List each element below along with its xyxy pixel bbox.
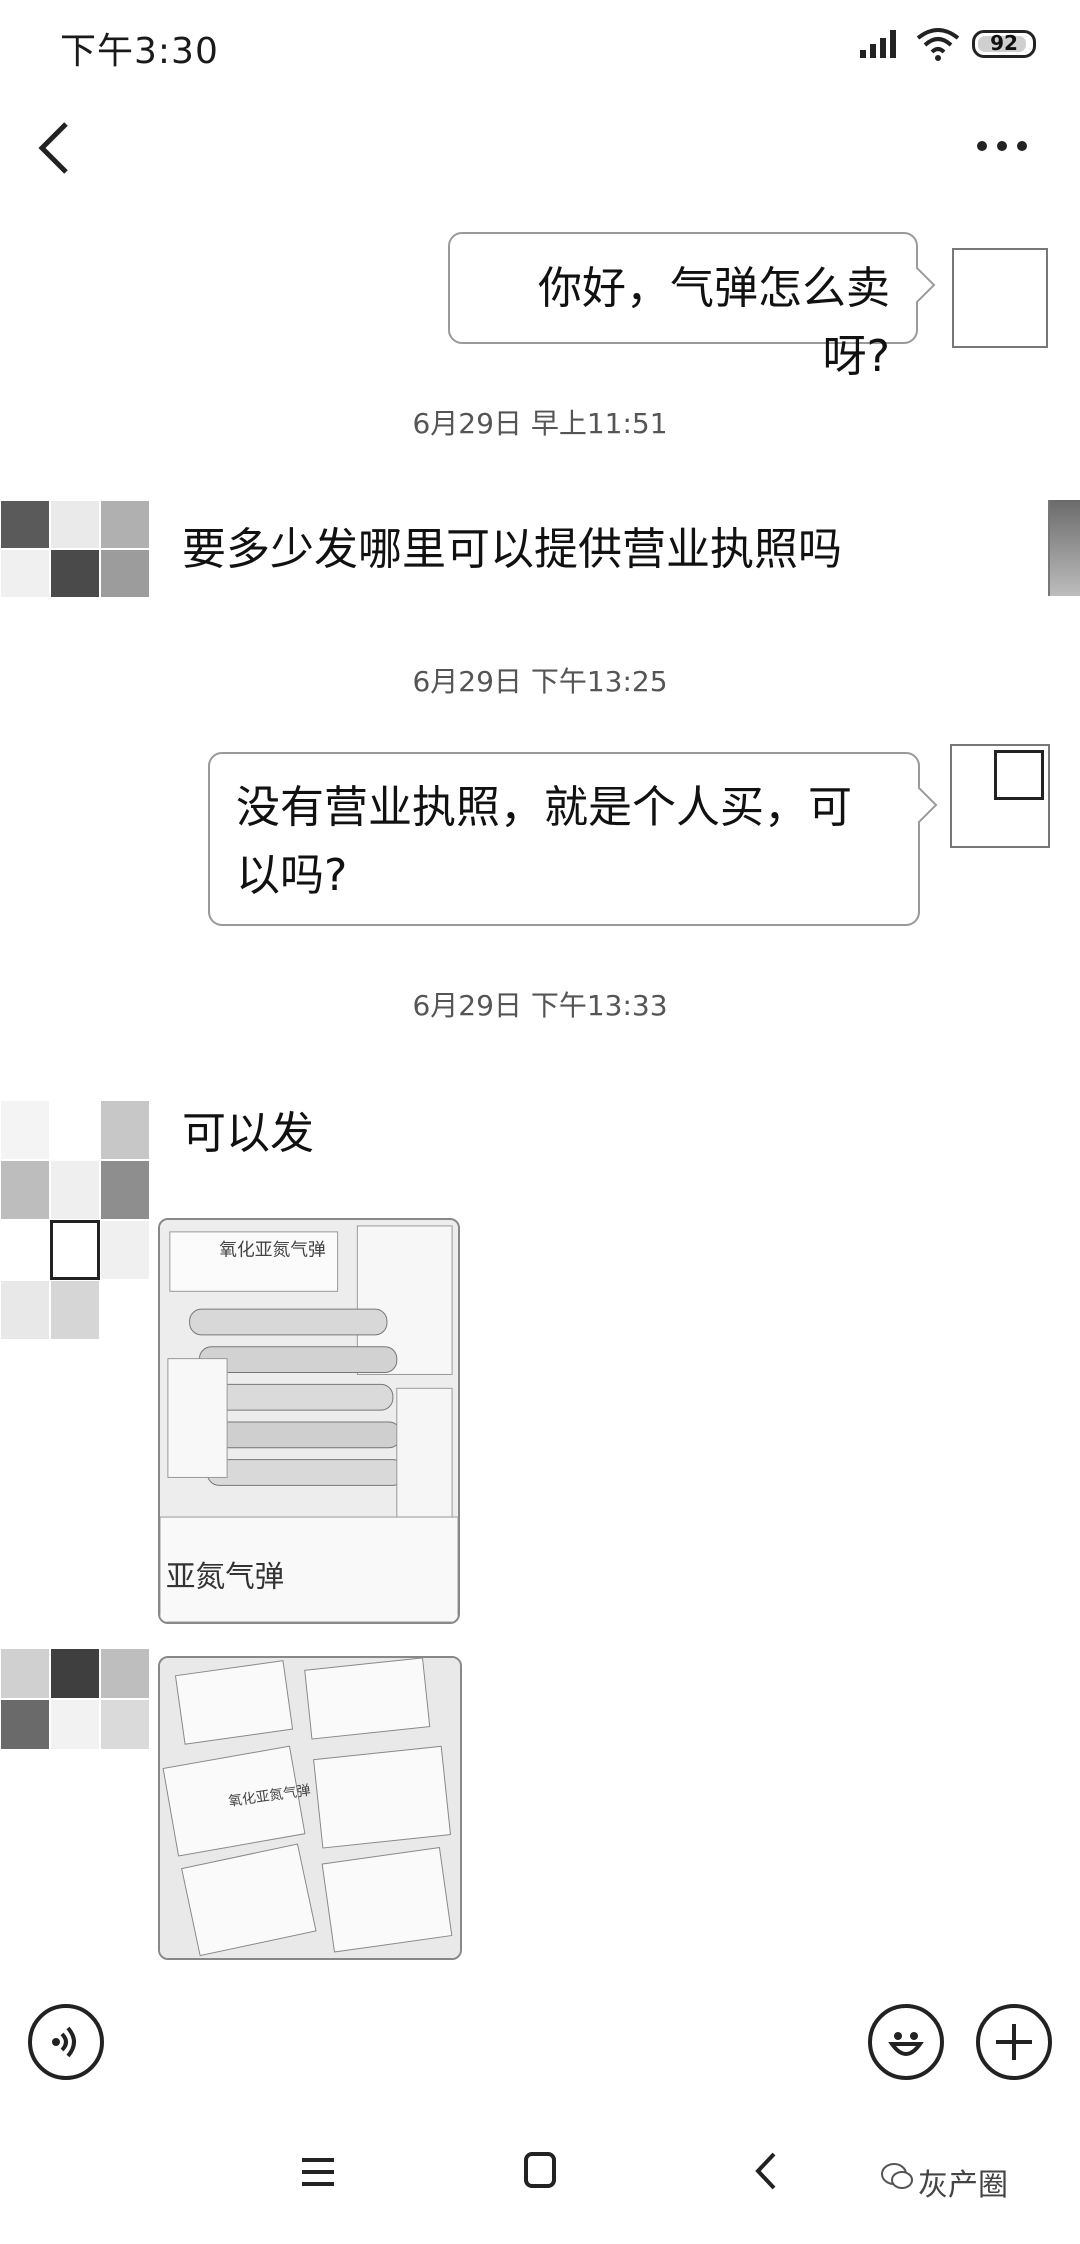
wifi-icon	[916, 28, 960, 61]
status-bar: 下午3:30 92	[0, 0, 1080, 96]
image-message[interactable]: 氧化亚氮气弹	[158, 1656, 462, 1960]
home-icon[interactable]	[524, 2152, 556, 2188]
emoji-icon	[888, 2032, 924, 2056]
back-icon[interactable]	[34, 118, 74, 178]
battery-level: 92	[990, 31, 1018, 55]
image-label: 氧化亚氮气弹	[219, 1240, 326, 1261]
voice-icon	[52, 2026, 76, 2058]
more-icon[interactable]	[976, 138, 1028, 154]
message-bubble-outgoing[interactable]: 你好，气弹怎么卖呀?	[448, 232, 918, 382]
message-text: 你好，气弹怎么卖呀?	[538, 263, 890, 382]
image-label: 亚氮气弹	[166, 1558, 284, 1593]
timestamp: 6月29日 下午13:25	[412, 665, 668, 698]
product-photo: 氧化亚氮气弹	[160, 1658, 460, 1958]
chat-screen: 下午3:30 92 你好，气弹怎么卖呀? 6月29日 早上11:51 要多少发哪…	[0, 0, 1080, 2244]
message-text-incoming[interactable]: 可以发	[182, 1104, 314, 1164]
watermark-text: 灰产圈	[918, 2168, 1008, 2203]
avatar-edge	[1048, 500, 1080, 596]
message-text-incoming[interactable]: 要多少发哪里可以提供营业执照吗	[182, 520, 842, 580]
wechat-icon	[881, 2163, 913, 2189]
timestamp: 6月29日 下午13:33	[412, 989, 668, 1022]
avatar-contact[interactable]	[0, 500, 150, 598]
avatar-contact[interactable]	[0, 1648, 150, 1750]
timestamp: 6月29日 早上11:51	[412, 407, 668, 440]
avatar-self-square	[994, 750, 1044, 800]
plus-icon	[996, 2024, 1032, 2060]
avatar-self[interactable]	[952, 248, 1048, 348]
product-photo: 氧化亚氮气弹 亚氮气弹	[160, 1220, 458, 1622]
image-message[interactable]: 氧化亚氮气弹 亚氮气弹	[158, 1218, 460, 1624]
avatar-self[interactable]	[950, 744, 1050, 848]
signal-icon	[860, 30, 896, 58]
battery-icon: 92	[972, 30, 1036, 58]
voice-button[interactable]	[28, 2004, 104, 2080]
plus-button[interactable]	[976, 2004, 1052, 2080]
avatar-contact[interactable]	[0, 1100, 150, 1340]
message-bubble-outgoing[interactable]: 没有营业执照，就是个人买，可以吗?	[208, 752, 920, 926]
status-time: 下午3:30	[60, 31, 219, 72]
emoji-button[interactable]	[868, 2004, 944, 2080]
menu-icon[interactable]	[300, 2156, 336, 2188]
message-text: 没有营业执照，就是个人买，可以吗?	[236, 782, 852, 901]
back-nav-icon[interactable]	[752, 2150, 780, 2192]
